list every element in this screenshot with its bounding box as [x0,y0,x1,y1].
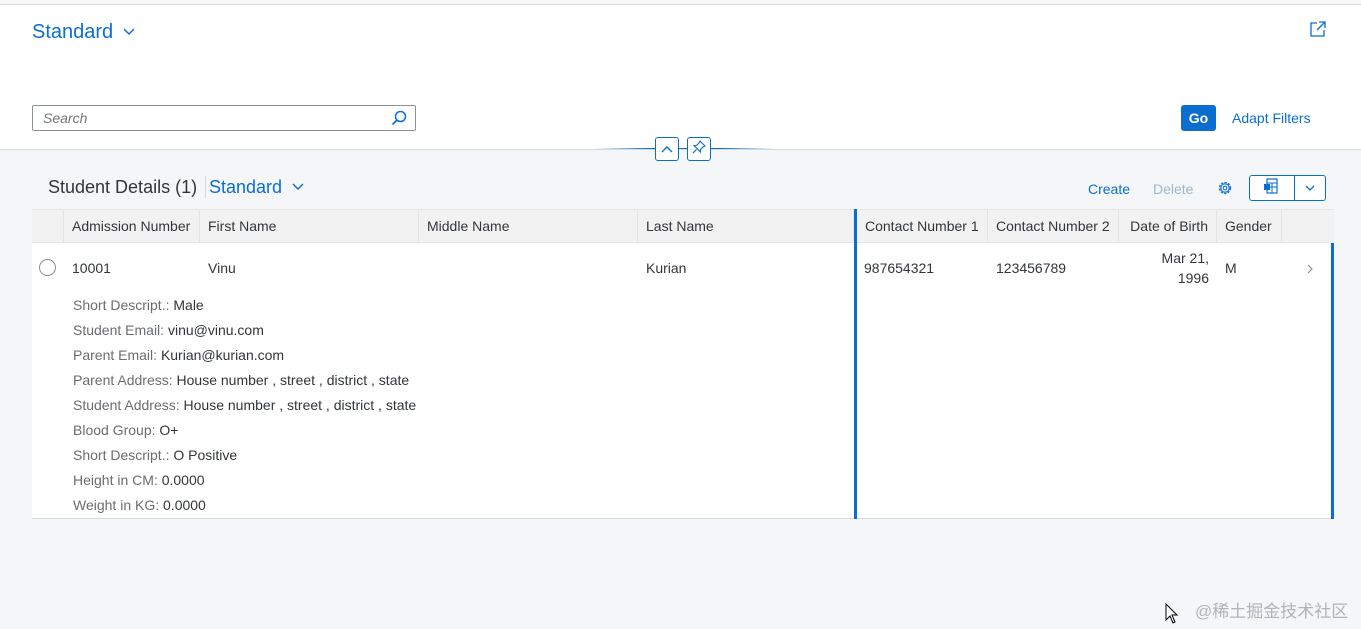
toolbar-separator [205,176,206,198]
detail-label: Height in CM: [73,472,158,488]
adapt-filters-button[interactable]: Adapt Filters [1232,110,1311,126]
cell-contact-number-1: 987654321 [864,260,935,276]
cell-first-name: Vinu [208,260,236,276]
cell-last-name: Kurian [646,260,687,276]
detail-height: Height in CM: 0.0000 [73,472,416,497]
detail-blood-group: Blood Group: O+ [73,422,416,447]
column-header-first-name[interactable]: First Name [200,210,419,243]
column-header-last-name[interactable]: Last Name [638,210,854,243]
mouse-cursor-icon [1165,602,1179,624]
detail-blood-description: Short Descript.: O Positive [73,447,416,472]
cell-contact-number-2: 123456789 [996,260,1067,276]
detail-value: Kurian@kurian.com [160,347,285,363]
row-pop-in-details: Short Descript.: Male Student Email: vin… [73,297,416,522]
cell-date-of-birth-year: 1996 [1177,270,1209,286]
detail-label: Parent Email: [73,347,158,363]
chevron-down-icon [123,28,135,38]
table-toolbar: Student Details (1) Standard Create Dele… [32,170,1334,208]
export-split-button [1249,175,1326,201]
column-header-contact-number-1[interactable]: Contact Number 1 [857,210,988,243]
detail-short-description: Short Descript.: Male [73,297,416,322]
header-select-cell [32,210,64,243]
share-icon[interactable] [1309,20,1327,38]
detail-value: 0.0000 [163,497,206,513]
search-field [32,105,416,131]
header-divider [595,148,775,149]
chevron-up-icon [661,140,673,158]
watermark: @稀土掘金技术社区 [1195,602,1349,621]
cell-gender: M [1225,260,1237,276]
column-header-admission-number[interactable]: Admission Number [64,210,200,243]
delete-button[interactable]: Delete [1153,181,1193,197]
column-header-middle-name[interactable]: Middle Name [419,210,638,243]
table-variant-label: Standard [209,177,283,197]
detail-label: Short Descript.: [73,297,170,313]
detail-value: O Positive [173,447,238,463]
student-details-table: Admission Number First Name Middle Name … [32,209,1334,519]
variant-title-label: Standard [32,21,114,43]
detail-value: vinu@vinu.com [167,322,264,338]
filter-bar-header: Standard Go Adapt Filters [0,4,1361,150]
table-header-row: Admission Number First Name Middle Name … [32,209,1334,243]
pin-icon [692,139,706,159]
row-select-radio[interactable] [39,259,56,276]
detail-parent-email: Parent Email: Kurian@kurian.com [73,347,416,372]
detail-value: House number , street , district , state [176,372,410,388]
detail-label: Student Email: [73,322,165,338]
fixed-column-divider [854,209,857,519]
detail-label: Short Descript.: [73,447,170,463]
detail-label: Weight in KG: [73,497,160,513]
detail-weight: Weight in KG: 0.0000 [73,497,416,522]
column-header-date-of-birth[interactable]: Date of Birth [1119,210,1217,243]
column-header-gender[interactable]: Gender [1217,210,1282,243]
cell-admission-number: 10001 [72,260,111,276]
cell-date-of-birth-month: Mar 21, [1161,250,1209,266]
search-icon[interactable] [391,110,407,126]
detail-value: O+ [159,422,179,438]
detail-label: Blood Group: [73,422,156,438]
detail-label: Student Address: [73,397,180,413]
table-title: Student Details (1) [48,177,198,197]
chevron-down-icon [292,183,304,193]
column-header-contact-number-2[interactable]: Contact Number 2 [988,210,1119,243]
spreadsheet-icon [1263,177,1281,199]
table-row[interactable]: 10001 Vinu Kurian 987654321 123456789 Ma… [32,243,1334,519]
detail-value: Male [173,297,204,313]
settings-gear-icon[interactable] [1216,179,1234,197]
detail-label: Parent Address: [73,372,173,388]
collapse-header-button[interactable] [655,137,679,161]
table-variant-selector[interactable]: Standard [209,177,304,198]
export-button[interactable] [1250,176,1295,200]
create-button[interactable]: Create [1088,181,1130,197]
pin-header-button[interactable] [687,137,711,161]
export-options-button[interactable] [1295,176,1325,200]
detail-student-email: Student Email: vinu@vinu.com [73,322,416,347]
detail-parent-address: Parent Address: House number , street , … [73,372,416,397]
detail-value: House number , street , district , state [183,397,417,413]
detail-student-address: Student Address: House number , street ,… [73,397,416,422]
row-navigation-indicator [1331,243,1334,519]
go-button[interactable]: Go [1181,105,1216,131]
search-input[interactable] [33,106,383,130]
variant-selector[interactable]: Standard [32,21,135,44]
chevron-down-icon [1305,179,1315,197]
chevron-right-icon[interactable] [1306,262,1316,274]
detail-value: 0.0000 [161,472,205,488]
